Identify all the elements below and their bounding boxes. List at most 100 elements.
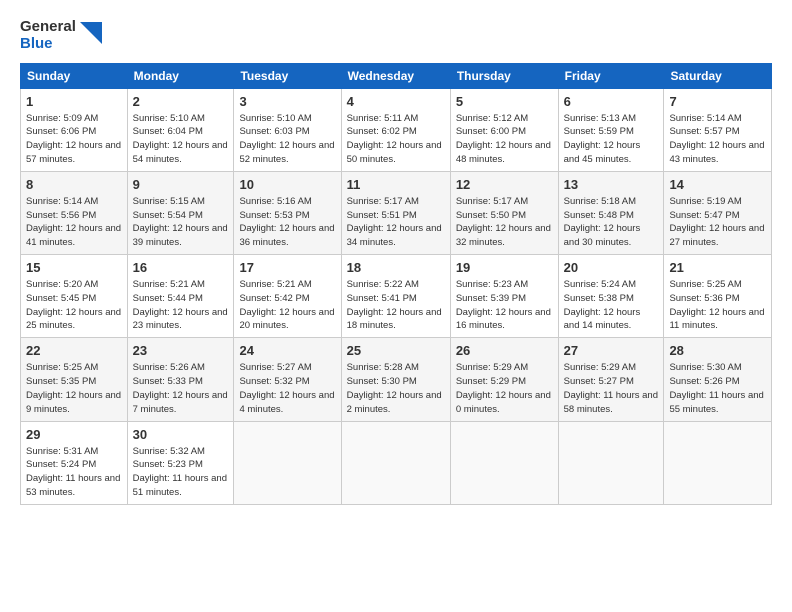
day-header-monday: Monday: [127, 63, 234, 88]
day-info: Sunrise: 5:20 AM Sunset: 5:45 PM Dayligh…: [26, 278, 122, 333]
calendar-cell: 10Sunrise: 5:16 AM Sunset: 5:53 PM Dayli…: [234, 171, 341, 254]
calendar-cell: 3Sunrise: 5:10 AM Sunset: 6:03 PM Daylig…: [234, 88, 341, 171]
calendar-cell: [341, 421, 450, 504]
day-info: Sunrise: 5:25 AM Sunset: 5:35 PM Dayligh…: [26, 361, 122, 416]
calendar-cell: 25Sunrise: 5:28 AM Sunset: 5:30 PM Dayli…: [341, 338, 450, 421]
day-number: 27: [564, 342, 659, 360]
calendar-cell: [558, 421, 664, 504]
calendar-cell: 7Sunrise: 5:14 AM Sunset: 5:57 PM Daylig…: [664, 88, 772, 171]
logo-arrow-icon: [80, 22, 102, 44]
day-number: 12: [456, 176, 553, 194]
page: General Blue SundayMondayTuesdayWednesda…: [0, 0, 792, 612]
calendar-cell: 2Sunrise: 5:10 AM Sunset: 6:04 PM Daylig…: [127, 88, 234, 171]
day-info: Sunrise: 5:10 AM Sunset: 6:03 PM Dayligh…: [239, 112, 335, 167]
day-number: 19: [456, 259, 553, 277]
day-number: 29: [26, 426, 122, 444]
day-info: Sunrise: 5:22 AM Sunset: 5:41 PM Dayligh…: [347, 278, 445, 333]
calendar-cell: 28Sunrise: 5:30 AM Sunset: 5:26 PM Dayli…: [664, 338, 772, 421]
calendar-cell: 21Sunrise: 5:25 AM Sunset: 5:36 PM Dayli…: [664, 255, 772, 338]
calendar-cell: 12Sunrise: 5:17 AM Sunset: 5:50 PM Dayli…: [450, 171, 558, 254]
day-info: Sunrise: 5:27 AM Sunset: 5:32 PM Dayligh…: [239, 361, 335, 416]
calendar-cell: [664, 421, 772, 504]
day-number: 24: [239, 342, 335, 360]
day-info: Sunrise: 5:16 AM Sunset: 5:53 PM Dayligh…: [239, 195, 335, 250]
day-number: 14: [669, 176, 766, 194]
calendar-cell: 23Sunrise: 5:26 AM Sunset: 5:33 PM Dayli…: [127, 338, 234, 421]
calendar-cell: 16Sunrise: 5:21 AM Sunset: 5:44 PM Dayli…: [127, 255, 234, 338]
day-number: 1: [26, 93, 122, 111]
calendar-cell: 4Sunrise: 5:11 AM Sunset: 6:02 PM Daylig…: [341, 88, 450, 171]
day-info: Sunrise: 5:25 AM Sunset: 5:36 PM Dayligh…: [669, 278, 766, 333]
day-header-thursday: Thursday: [450, 63, 558, 88]
day-info: Sunrise: 5:21 AM Sunset: 5:42 PM Dayligh…: [239, 278, 335, 333]
calendar-cell: 18Sunrise: 5:22 AM Sunset: 5:41 PM Dayli…: [341, 255, 450, 338]
calendar-cell: 1Sunrise: 5:09 AM Sunset: 6:06 PM Daylig…: [21, 88, 128, 171]
day-number: 21: [669, 259, 766, 277]
calendar-body: 1Sunrise: 5:09 AM Sunset: 6:06 PM Daylig…: [21, 88, 772, 504]
day-number: 6: [564, 93, 659, 111]
day-info: Sunrise: 5:32 AM Sunset: 5:23 PM Dayligh…: [133, 445, 229, 500]
day-info: Sunrise: 5:26 AM Sunset: 5:33 PM Dayligh…: [133, 361, 229, 416]
calendar-week-2: 8Sunrise: 5:14 AM Sunset: 5:56 PM Daylig…: [21, 171, 772, 254]
day-info: Sunrise: 5:14 AM Sunset: 5:57 PM Dayligh…: [669, 112, 766, 167]
day-number: 4: [347, 93, 445, 111]
day-info: Sunrise: 5:11 AM Sunset: 6:02 PM Dayligh…: [347, 112, 445, 167]
day-number: 2: [133, 93, 229, 111]
calendar-week-3: 15Sunrise: 5:20 AM Sunset: 5:45 PM Dayli…: [21, 255, 772, 338]
calendar-cell: 29Sunrise: 5:31 AM Sunset: 5:24 PM Dayli…: [21, 421, 128, 504]
day-number: 5: [456, 93, 553, 111]
day-info: Sunrise: 5:28 AM Sunset: 5:30 PM Dayligh…: [347, 361, 445, 416]
calendar-cell: 6Sunrise: 5:13 AM Sunset: 5:59 PM Daylig…: [558, 88, 664, 171]
calendar-cell: 27Sunrise: 5:29 AM Sunset: 5:27 PM Dayli…: [558, 338, 664, 421]
day-number: 11: [347, 176, 445, 194]
day-number: 15: [26, 259, 122, 277]
calendar-week-4: 22Sunrise: 5:25 AM Sunset: 5:35 PM Dayli…: [21, 338, 772, 421]
day-info: Sunrise: 5:23 AM Sunset: 5:39 PM Dayligh…: [456, 278, 553, 333]
calendar-cell: 13Sunrise: 5:18 AM Sunset: 5:48 PM Dayli…: [558, 171, 664, 254]
calendar-cell: 5Sunrise: 5:12 AM Sunset: 6:00 PM Daylig…: [450, 88, 558, 171]
calendar-cell: 19Sunrise: 5:23 AM Sunset: 5:39 PM Dayli…: [450, 255, 558, 338]
calendar-cell: 17Sunrise: 5:21 AM Sunset: 5:42 PM Dayli…: [234, 255, 341, 338]
logo: General Blue: [20, 18, 102, 53]
day-number: 10: [239, 176, 335, 194]
day-number: 22: [26, 342, 122, 360]
day-info: Sunrise: 5:30 AM Sunset: 5:26 PM Dayligh…: [669, 361, 766, 416]
day-number: 20: [564, 259, 659, 277]
header: General Blue: [20, 18, 772, 53]
calendar-cell: 22Sunrise: 5:25 AM Sunset: 5:35 PM Dayli…: [21, 338, 128, 421]
day-number: 17: [239, 259, 335, 277]
day-info: Sunrise: 5:12 AM Sunset: 6:00 PM Dayligh…: [456, 112, 553, 167]
day-number: 8: [26, 176, 122, 194]
calendar-cell: 20Sunrise: 5:24 AM Sunset: 5:38 PM Dayli…: [558, 255, 664, 338]
logo-text: General Blue: [20, 18, 76, 53]
day-info: Sunrise: 5:31 AM Sunset: 5:24 PM Dayligh…: [26, 445, 122, 500]
day-info: Sunrise: 5:17 AM Sunset: 5:50 PM Dayligh…: [456, 195, 553, 250]
day-info: Sunrise: 5:19 AM Sunset: 5:47 PM Dayligh…: [669, 195, 766, 250]
day-info: Sunrise: 5:29 AM Sunset: 5:27 PM Dayligh…: [564, 361, 659, 416]
day-header-sunday: Sunday: [21, 63, 128, 88]
calendar-cell: 15Sunrise: 5:20 AM Sunset: 5:45 PM Dayli…: [21, 255, 128, 338]
calendar-cell: [234, 421, 341, 504]
day-info: Sunrise: 5:15 AM Sunset: 5:54 PM Dayligh…: [133, 195, 229, 250]
calendar-cell: 24Sunrise: 5:27 AM Sunset: 5:32 PM Dayli…: [234, 338, 341, 421]
day-info: Sunrise: 5:18 AM Sunset: 5:48 PM Dayligh…: [564, 195, 659, 250]
day-number: 25: [347, 342, 445, 360]
calendar-week-5: 29Sunrise: 5:31 AM Sunset: 5:24 PM Dayli…: [21, 421, 772, 504]
calendar-cell: 14Sunrise: 5:19 AM Sunset: 5:47 PM Dayli…: [664, 171, 772, 254]
calendar-cell: [450, 421, 558, 504]
day-info: Sunrise: 5:13 AM Sunset: 5:59 PM Dayligh…: [564, 112, 659, 167]
calendar-week-1: 1Sunrise: 5:09 AM Sunset: 6:06 PM Daylig…: [21, 88, 772, 171]
calendar-cell: 11Sunrise: 5:17 AM Sunset: 5:51 PM Dayli…: [341, 171, 450, 254]
day-header-wednesday: Wednesday: [341, 63, 450, 88]
day-number: 26: [456, 342, 553, 360]
day-number: 7: [669, 93, 766, 111]
day-header-friday: Friday: [558, 63, 664, 88]
day-info: Sunrise: 5:17 AM Sunset: 5:51 PM Dayligh…: [347, 195, 445, 250]
day-header-saturday: Saturday: [664, 63, 772, 88]
day-info: Sunrise: 5:14 AM Sunset: 5:56 PM Dayligh…: [26, 195, 122, 250]
day-number: 3: [239, 93, 335, 111]
day-number: 18: [347, 259, 445, 277]
calendar-cell: 8Sunrise: 5:14 AM Sunset: 5:56 PM Daylig…: [21, 171, 128, 254]
calendar-cell: 9Sunrise: 5:15 AM Sunset: 5:54 PM Daylig…: [127, 171, 234, 254]
day-number: 16: [133, 259, 229, 277]
